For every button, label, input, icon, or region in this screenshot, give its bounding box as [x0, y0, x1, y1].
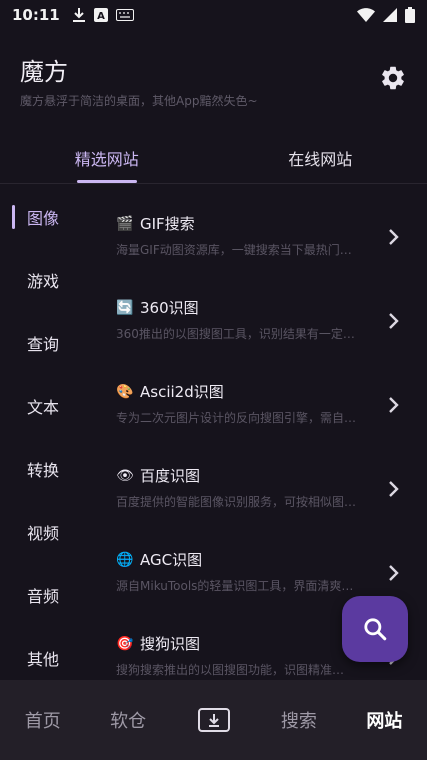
nav-home[interactable]: 首页	[0, 680, 85, 760]
download-icon	[72, 8, 85, 22]
status-time: 10:11	[12, 6, 60, 24]
palette-icon: 🎨	[116, 383, 134, 400]
site-description: 专为二次元图片设计的反向搜图引擎，需自…	[116, 411, 357, 425]
eye-icon: 👁	[116, 467, 134, 484]
site-description: 360推出的以图搜图工具，识别结果有一定…	[116, 327, 355, 341]
search-fab[interactable]	[342, 596, 408, 662]
site-title: 360识图	[140, 299, 199, 317]
battery-icon	[405, 7, 415, 23]
tab-featured-sites[interactable]: 精选网站	[0, 132, 214, 183]
app-header: 魔方 魔方悬浮于简洁的桌面，其他App黯然失色~	[0, 40, 427, 120]
sidebar-item-games[interactable]: 游戏	[0, 248, 96, 311]
list-item[interactable]: 🔄 360识图 360推出的以图搜图工具，识别结果有一定…	[96, 279, 427, 363]
settings-button[interactable]	[379, 64, 407, 92]
chevron-right-icon	[389, 397, 399, 413]
category-sidebar: 图像 游戏 查询 文本 转换 视频 音频 其他	[0, 185, 96, 680]
refresh-icon: 🔄	[116, 299, 134, 316]
a-badge-icon: A	[93, 8, 108, 22]
sidebar-item-text[interactable]: 文本	[0, 374, 96, 437]
chevron-right-icon	[389, 313, 399, 329]
site-description: 海量GIF动图资源库，一键搜索当下最热门…	[116, 243, 352, 257]
sidebar-item-video[interactable]: 视频	[0, 500, 96, 563]
gear-icon	[382, 66, 404, 90]
list-item[interactable]: 🎬 GIF搜索 海量GIF动图资源库，一键搜索当下最热门…	[96, 195, 427, 279]
site-description: 百度提供的智能图像识别服务，可按相似图…	[116, 495, 357, 509]
site-title: 百度识图	[140, 467, 201, 485]
sidebar-item-audio[interactable]: 音频	[0, 563, 96, 626]
keyboard-icon	[115, 9, 134, 21]
chevron-right-icon	[389, 565, 399, 581]
chevron-right-icon	[389, 481, 399, 497]
chevron-right-icon	[389, 229, 399, 245]
tab-bar: 精选网站 在线网站	[0, 132, 427, 184]
page-subtitle: 魔方悬浮于简洁的桌面，其他App黯然失色~	[20, 94, 258, 108]
nav-software-store[interactable]: 软仓	[85, 680, 170, 760]
download-box-icon	[197, 708, 230, 732]
status-bar: 10:11 A	[0, 0, 427, 30]
wifi-icon	[357, 8, 375, 22]
nav-websites[interactable]: 网站	[342, 680, 427, 760]
globe-icon: 🌐	[116, 551, 134, 568]
tab-online-sites[interactable]: 在线网站	[214, 132, 427, 183]
svg-text:A: A	[97, 11, 105, 22]
nav-download[interactable]	[171, 680, 256, 760]
list-item[interactable]: 🎨 Ascii2d识图 专为二次元图片设计的反向搜图引擎，需自…	[96, 363, 427, 447]
sidebar-item-query[interactable]: 查询	[0, 311, 96, 374]
target-icon: 🎯	[116, 635, 134, 652]
search-icon	[364, 618, 387, 641]
site-description: 搜狗搜索推出的以图搜图功能，识图精准…	[116, 663, 345, 677]
page-title: 魔方	[20, 58, 68, 86]
sidebar-item-convert[interactable]: 转换	[0, 437, 96, 500]
bottom-nav: 首页 软仓 搜索 网站	[0, 680, 427, 760]
clapper-icon: 🎬	[116, 215, 134, 232]
signal-icon	[383, 8, 397, 22]
nav-search[interactable]: 搜索	[256, 680, 341, 760]
site-title: 搜狗识图	[140, 635, 201, 653]
site-title: Ascii2d识图	[140, 383, 224, 401]
sidebar-item-image[interactable]: 图像	[0, 185, 96, 248]
list-item[interactable]: 👁 百度识图 百度提供的智能图像识别服务，可按相似图…	[96, 447, 427, 531]
site-title: AGC识图	[140, 551, 203, 569]
site-title: GIF搜索	[140, 215, 195, 233]
site-description: 源自MikuTools的轻量识图工具，界面清爽…	[116, 579, 354, 593]
